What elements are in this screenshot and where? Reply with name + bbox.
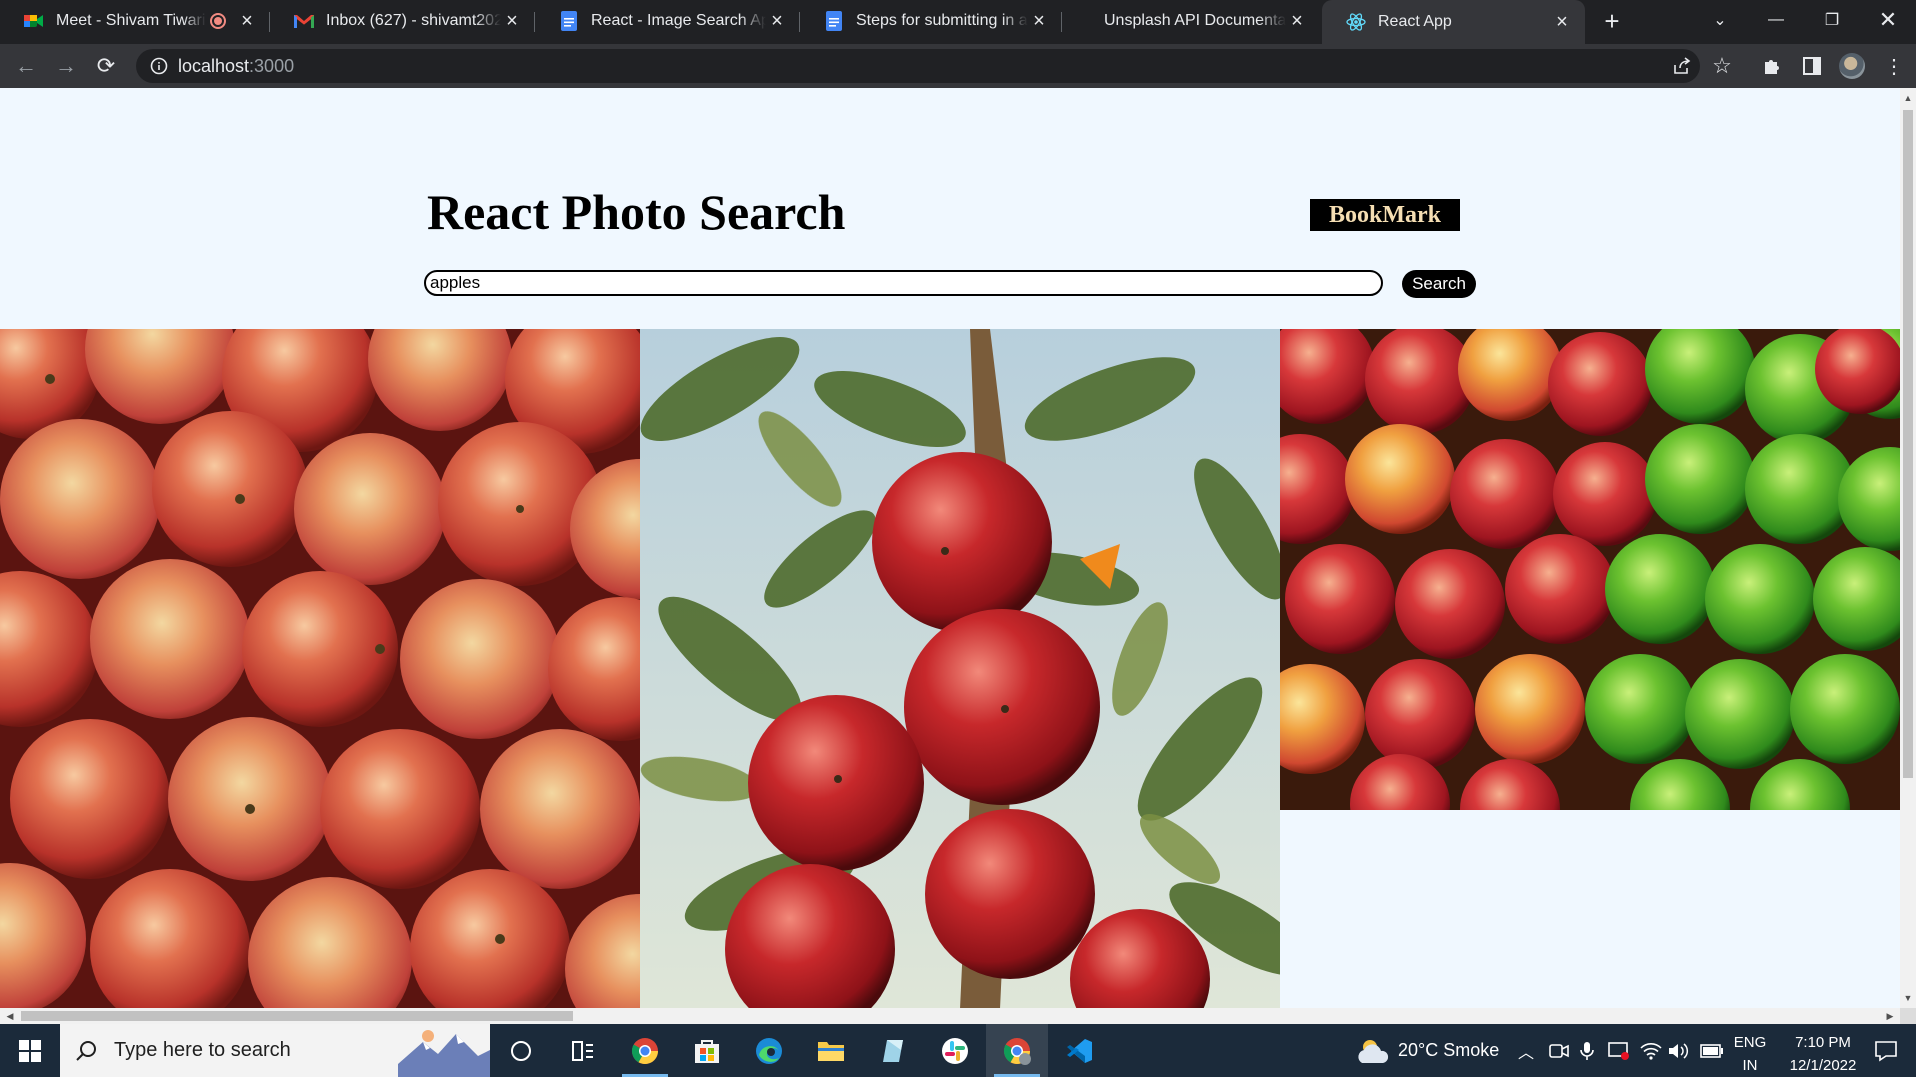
photo-pile-of-red-apples[interactable] [0, 329, 640, 1008]
search-input[interactable] [424, 270, 1383, 296]
search-button[interactable]: Search [1402, 270, 1476, 298]
clock-date: 12/1/2022 [1789, 1057, 1857, 1074]
profile-avatar[interactable] [1838, 52, 1866, 80]
tab-title: React - Image Search App - [591, 12, 766, 29]
menu-kebab-icon[interactable]: ⋮ [1880, 52, 1908, 80]
side-panel-icon[interactable] [1798, 52, 1826, 80]
close-tab-icon[interactable]: × [1286, 10, 1308, 32]
react-icon [1346, 12, 1366, 32]
volume-icon[interactable] [1668, 1024, 1690, 1077]
page-title: React Photo Search [427, 184, 846, 240]
horizontal-scrollbar[interactable]: ◀ ▶ [0, 1008, 1900, 1024]
clock[interactable]: 7:10 PM 12/1/2022 [1772, 1034, 1874, 1074]
close-tab-icon[interactable]: × [501, 10, 523, 32]
tab-title: Steps for submitting in a Fe [856, 12, 1028, 29]
scrollbar-corner [1900, 1008, 1916, 1024]
tab-search-chevron-icon[interactable]: ⌄ [1692, 0, 1748, 40]
photo-red-and-green-apples[interactable] [1280, 329, 1900, 810]
vertical-scroll-thumb[interactable] [1903, 110, 1913, 778]
forward-arrow-icon[interactable]: → [52, 52, 80, 80]
clock-time: 7:10 PM [1795, 1034, 1851, 1051]
screen-share-icon[interactable] [1608, 1024, 1630, 1077]
tab-title: React App [1378, 13, 1452, 30]
url-text: localhost:3000 [178, 56, 294, 77]
extensions-puzzle-icon[interactable] [1758, 52, 1786, 80]
bookmark-star-icon[interactable]: ☆ [1708, 52, 1736, 80]
google-docs-icon [559, 11, 579, 31]
chrome-profile-taskbar-icon[interactable] [986, 1024, 1048, 1077]
share-icon[interactable] [1668, 52, 1696, 80]
url-host: localhost [178, 55, 250, 76]
minimize-icon[interactable]: — [1748, 0, 1804, 40]
language-code: ENG [1733, 1034, 1767, 1051]
url-port: :3000 [249, 55, 295, 76]
weather-widget[interactable]: 20°C Smoke [1356, 1024, 1499, 1077]
tab-title: Inbox (627) - shivamt2023@ [326, 12, 501, 29]
scroll-right-arrow-icon[interactable]: ▶ [1882, 1008, 1898, 1024]
search-highlight-mountains-icon [398, 1024, 490, 1077]
weather-cloud-icon [1358, 1039, 1389, 1063]
scroll-left-arrow-icon[interactable]: ◀ [2, 1008, 18, 1024]
vscode-icon[interactable] [1048, 1024, 1110, 1077]
tab-title: Unsplash API Documentatio [1104, 12, 1286, 29]
scroll-up-arrow-icon[interactable]: ▲ [1900, 90, 1916, 106]
notes-app-icon[interactable] [862, 1024, 924, 1077]
site-info-icon[interactable] [150, 57, 168, 75]
reload-icon[interactable]: ⟳ [92, 52, 120, 80]
address-bar[interactable]: localhost:3000 [136, 49, 1700, 83]
chrome-taskbar-icon[interactable] [614, 1024, 676, 1077]
google-docs-icon [824, 11, 844, 31]
tab-meet[interactable]: Meet - Shivam Tiwari| F × [0, 0, 270, 42]
vertical-scrollbar[interactable]: ▲ ▼ [1900, 88, 1916, 1008]
edge-icon[interactable] [738, 1024, 800, 1077]
battery-icon[interactable] [1700, 1024, 1724, 1077]
task-view-icon[interactable] [552, 1024, 614, 1077]
browser-toolbar: ← → ⟳ localhost:3000 ☆ ⋮ [0, 44, 1916, 88]
taskbar-search-box[interactable]: Type here to search [60, 1024, 490, 1077]
bookmark-button[interactable]: BookMark [1310, 199, 1460, 231]
tab-docs-steps[interactable]: Steps for submitting in a Fe × [800, 0, 1062, 42]
windows-taskbar: Type here to search 20°C Smoke ︿ ENG IN … [0, 1024, 1916, 1077]
tab-unsplash[interactable]: Unsplash API Documentatio × [1062, 0, 1320, 42]
windows-start-icon[interactable] [0, 1024, 60, 1077]
language-indicator[interactable]: ENG IN [1730, 1034, 1770, 1074]
tab-react-app[interactable]: React App × [1322, 0, 1585, 44]
gmail-icon [294, 11, 314, 31]
photo-apples-on-tree[interactable] [640, 329, 1280, 1008]
close-tab-icon[interactable]: × [1551, 11, 1573, 33]
horizontal-scroll-thumb[interactable] [21, 1011, 573, 1021]
page-viewport: React Photo Search BookMark Search [0, 88, 1900, 1008]
close-tab-icon[interactable]: × [1028, 10, 1050, 32]
restore-icon[interactable]: ❐ [1804, 0, 1860, 40]
cortana-icon[interactable] [490, 1024, 552, 1077]
weather-text: 20°C Smoke [1398, 1040, 1500, 1060]
microphone-icon[interactable] [1580, 1024, 1594, 1077]
google-meet-icon [24, 11, 44, 31]
language-region: IN [1742, 1057, 1758, 1074]
tray-chevron-up-icon[interactable]: ︿ [1518, 1024, 1534, 1077]
notification-center-icon[interactable] [1874, 1024, 1898, 1077]
search-icon [76, 1040, 96, 1061]
taskbar-search-placeholder: Type here to search [114, 1039, 291, 1061]
tab-docs-react[interactable]: React - Image Search App - × [535, 0, 800, 42]
recording-icon [210, 13, 226, 29]
close-tab-icon[interactable]: × [766, 10, 788, 32]
back-arrow-icon[interactable]: ← [12, 52, 40, 80]
unsplash-icon [1080, 11, 1092, 31]
tab-title: Meet - Shivam Tiwari| F [56, 12, 206, 29]
microsoft-store-icon[interactable] [676, 1024, 738, 1077]
browser-tab-strip: Meet - Shivam Tiwari| F × Inbox (627) - … [0, 0, 1916, 44]
tab-gmail[interactable]: Inbox (627) - shivamt2023@ × [270, 0, 535, 42]
new-tab-icon[interactable]: + [1598, 8, 1626, 36]
scroll-down-arrow-icon[interactable]: ▼ [1900, 990, 1916, 1006]
file-explorer-icon[interactable] [800, 1024, 862, 1077]
wifi-icon[interactable] [1640, 1024, 1662, 1077]
close-tab-icon[interactable]: × [236, 10, 258, 32]
meet-tray-icon[interactable] [1549, 1024, 1569, 1077]
slack-icon[interactable] [924, 1024, 986, 1077]
close-window-icon[interactable]: ✕ [1860, 0, 1916, 40]
